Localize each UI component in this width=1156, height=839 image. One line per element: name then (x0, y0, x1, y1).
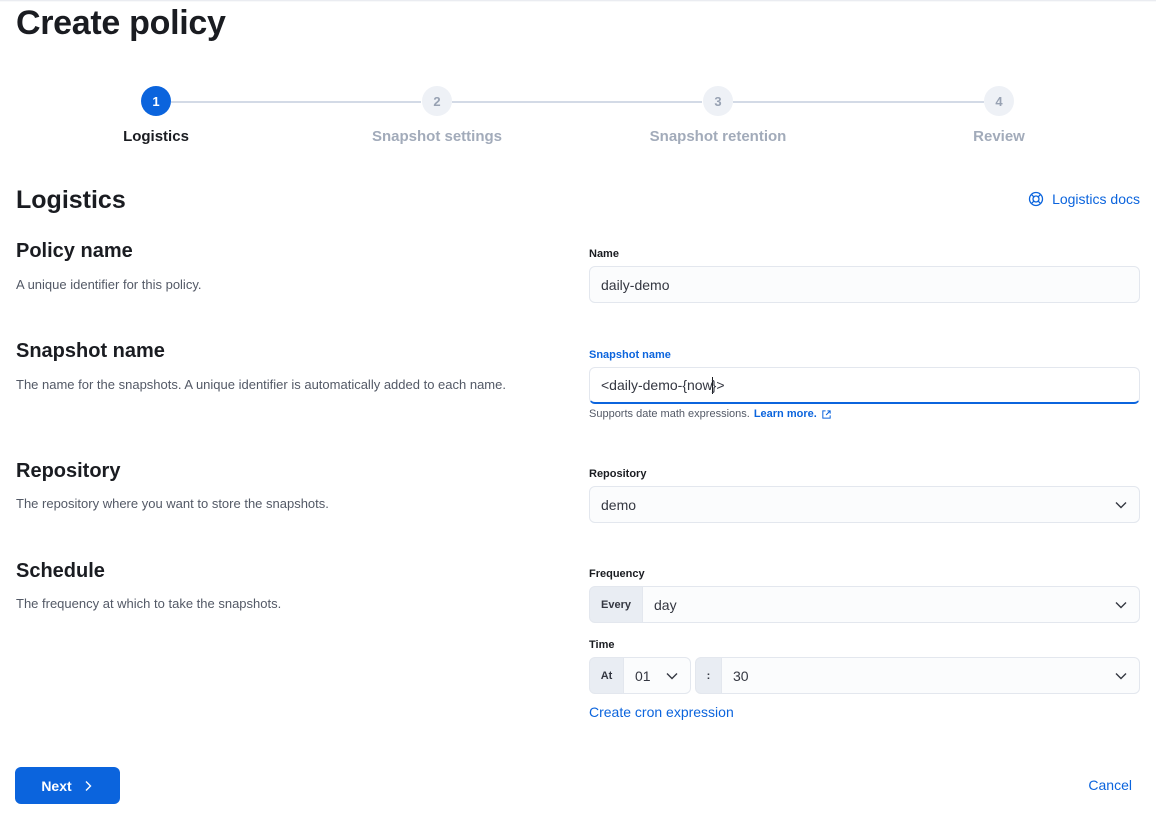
chevron-down-icon (666, 672, 678, 679)
step-number: 3 (703, 86, 733, 116)
snapshot-name-title: Snapshot name (16, 340, 165, 362)
step-snapshot-retention[interactable]: 3 Snapshot retention (618, 86, 818, 145)
repository-field-label: Repository (589, 468, 647, 480)
external-link-icon (822, 409, 831, 419)
snapshot-name-field-label: Snapshot name (589, 349, 671, 361)
stepper: 1 Logistics 2 Snapshot settings 3 Snapsh… (0, 86, 1156, 150)
snapshot-name-value-start: <daily-demo-{now (601, 377, 713, 393)
section-title: Logistics (16, 186, 126, 214)
snapshot-name-value-end: }> (711, 377, 725, 393)
minute-prepend: : (695, 657, 722, 694)
step-snapshot-settings[interactable]: 2 Snapshot settings (337, 86, 537, 145)
step-number: 2 (422, 86, 452, 116)
schedule-description: The frequency at which to take the snaps… (16, 596, 282, 611)
policy-name-description: A unique identifier for this policy. (16, 277, 202, 292)
hour-value: 01 (635, 667, 651, 684)
repository-select[interactable]: demo (589, 486, 1140, 523)
page-title: Create policy (16, 4, 226, 42)
name-field-label: Name (589, 248, 619, 260)
step-label: Snapshot settings (371, 128, 502, 145)
time-field-label: Time (589, 639, 615, 651)
step-number: 1 (141, 86, 171, 116)
snapshot-name-description: The name for the snapshots. A unique ide… (16, 377, 506, 392)
frequency-select[interactable]: day (643, 586, 1140, 623)
policy-name-value: daily-demo (601, 276, 670, 293)
chevron-down-icon (1115, 672, 1127, 679)
chevron-down-icon (1115, 601, 1127, 608)
help-text: Supports date math expressions. (589, 408, 750, 420)
policy-name-title: Policy name (16, 240, 133, 262)
chevron-down-icon (1115, 501, 1127, 508)
next-button-label: Next (41, 777, 72, 794)
frequency-value: day (654, 596, 677, 613)
help-lifebuoy-icon (1028, 191, 1044, 207)
time-at-prepend: At (589, 657, 624, 694)
snapshot-name-help: Supports date math expressions. Learn mo… (589, 408, 832, 420)
policy-name-input[interactable]: daily-demo (589, 266, 1140, 303)
frequency-prepend: Every (589, 586, 643, 623)
snapshot-name-input[interactable]: <daily-demo-{now}> (589, 367, 1140, 404)
next-button[interactable]: Next (15, 767, 120, 804)
create-cron-expression-link[interactable]: Create cron expression (589, 704, 734, 720)
step-label: Snapshot retention (649, 128, 787, 145)
step-label: Review (973, 128, 1025, 145)
repository-value: demo (601, 496, 637, 513)
learn-more-link[interactable]: Learn more. (754, 408, 817, 420)
step-review[interactable]: 4 Review (899, 86, 1099, 145)
step-label: Logistics (123, 128, 189, 145)
step-number: 4 (984, 86, 1014, 116)
logistics-docs-link[interactable]: Logistics docs (1028, 191, 1140, 207)
minute-select[interactable]: 30 (722, 657, 1140, 694)
logistics-docs-label: Logistics docs (1052, 191, 1140, 207)
chevron-right-icon (85, 780, 92, 791)
top-shadow (0, 0, 1156, 2)
hour-select[interactable]: 01 (624, 657, 691, 694)
schedule-title: Schedule (16, 560, 105, 582)
repository-title: Repository (16, 460, 121, 482)
cancel-button[interactable]: Cancel (1088, 777, 1132, 793)
frequency-field-label: Frequency (589, 568, 645, 580)
minute-value: 30 (733, 667, 749, 684)
repository-description: The repository where you want to store t… (16, 496, 329, 511)
step-logistics[interactable]: 1 Logistics (56, 86, 256, 145)
